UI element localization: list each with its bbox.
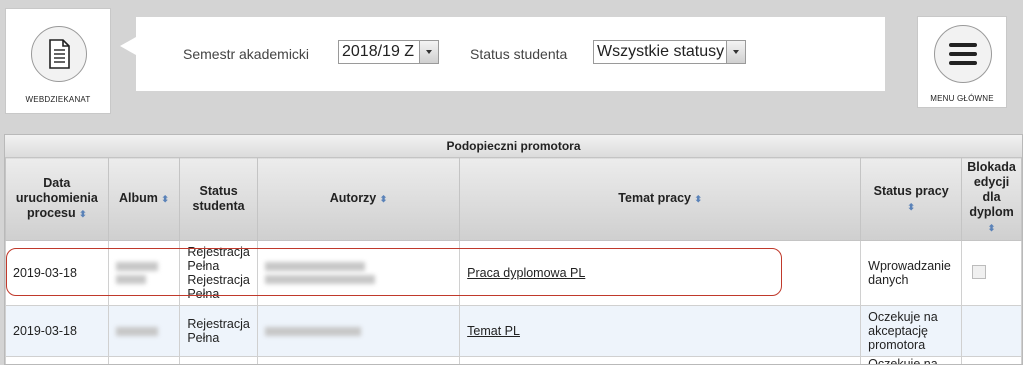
topic-link[interactable]: Temat PL (467, 324, 520, 338)
promoter-students-table: Podopieczni promotora Data uruchomienia … (4, 134, 1023, 365)
cell-block (961, 240, 1022, 306)
menu-label: MENU GŁÓWNE (930, 94, 994, 103)
cell-block (961, 305, 1022, 357)
cell-student-status (179, 356, 258, 364)
table-row: 2019-03-18 Rejestracja Pełna Temat PL Oc… (5, 305, 1022, 357)
students-table: Data uruchomienia procesu ⬍ Album ⬍ Stat… (5, 157, 1022, 364)
col-header-block-label: Blokada edycji dla dyplom (967, 160, 1016, 219)
col-header-authors[interactable]: Autorzy ⬍ (256, 157, 461, 241)
redacted-author (264, 262, 365, 271)
main-menu-button[interactable]: MENU GŁÓWNE (917, 16, 1007, 108)
chevron-down-icon[interactable] (726, 41, 745, 63)
col-header-album-label: Album (119, 191, 158, 205)
col-header-album[interactable]: Album ⬍ (107, 157, 181, 241)
cell-topic: Praca dyplomowa PL (459, 240, 862, 306)
sort-icon: ⬍ (161, 194, 169, 204)
col-header-date[interactable]: Data uruchomienia procesu ⬍ (5, 157, 109, 241)
redacted-album (115, 275, 146, 284)
logo-label: WEBDZIEKANAT (25, 95, 91, 104)
cell-date: 2019-03-18 (5, 240, 109, 306)
webdziekanat-logo-button[interactable]: WEBDZIEKANAT (5, 8, 111, 114)
cell-authors (256, 356, 461, 364)
cell-topic: Temat PL (459, 305, 862, 357)
col-header-block[interactable]: Blokada edycji dla dyplom ⬍ (961, 157, 1022, 241)
semester-value: 2018/19 Z (342, 43, 415, 60)
cell-student-status: Rejestracja Pełna (179, 305, 258, 357)
sort-icon: ⬍ (987, 223, 996, 233)
cell-date: 2019-03-18 (5, 305, 109, 357)
semester-select[interactable]: 2018/19 Z (338, 40, 439, 64)
col-header-student-status: Status studenta (179, 157, 258, 241)
cell-student-status: Rejestracja Pełna Rejestracja Pełna (179, 240, 258, 306)
cell-block (961, 356, 1022, 364)
sort-icon: ⬍ (79, 209, 87, 219)
menu-circle (934, 25, 992, 83)
logo-circle (31, 26, 87, 82)
block-edit-checkbox[interactable] (972, 264, 987, 279)
col-header-work-status[interactable]: Status pracy ⬍ (860, 157, 963, 241)
cell-work-status: Oczekuje na (860, 356, 963, 364)
cell-work-status: Wprowadzanie danych (860, 240, 963, 306)
col-header-topic-label: Temat pracy (618, 191, 692, 205)
col-header-topic[interactable]: Temat pracy ⬍ (459, 157, 862, 241)
semester-label: Semestr akademicki (183, 46, 310, 62)
table-caption: Podopieczni promotora (5, 135, 1022, 158)
filter-bar: Semestr akademicki 2018/19 Z Status stud… (136, 17, 885, 91)
cell-album (107, 356, 181, 364)
col-header-work-status-label: Status pracy (873, 183, 949, 198)
student-status-select[interactable]: Wszystkie statusy (593, 40, 746, 64)
sort-icon: ⬍ (379, 194, 388, 204)
document-icon (49, 39, 70, 69)
table-row: 2019-03-18 Rejestracja Pełna Rejestracja… (5, 240, 1022, 306)
redacted-author (264, 275, 375, 284)
cell-work-status: Oczekuje na akceptację promotora (860, 305, 963, 357)
col-header-authors-label: Autorzy (329, 191, 377, 205)
cell-album (107, 240, 181, 306)
topic-link[interactable]: Praca dyplomowa PL (467, 266, 585, 280)
chevron-down-icon[interactable] (419, 41, 438, 63)
cell-topic (459, 356, 862, 364)
redacted-album (115, 326, 158, 336)
table-row: Oczekuje na (5, 356, 1022, 364)
cell-authors (256, 305, 461, 357)
cell-date (5, 356, 109, 364)
cell-album (107, 305, 181, 357)
col-header-student-status-label: Status studenta (192, 184, 245, 213)
redacted-album (115, 262, 158, 271)
hamburger-icon (949, 43, 977, 65)
filter-bar-pointer (120, 37, 136, 55)
student-status-value: Wszystkie statusy (597, 43, 725, 60)
redacted-author (264, 326, 361, 336)
student-status-label: Status studenta (470, 46, 568, 62)
sort-icon: ⬍ (694, 194, 703, 204)
sort-icon: ⬍ (907, 201, 915, 212)
cell-authors (256, 240, 461, 306)
